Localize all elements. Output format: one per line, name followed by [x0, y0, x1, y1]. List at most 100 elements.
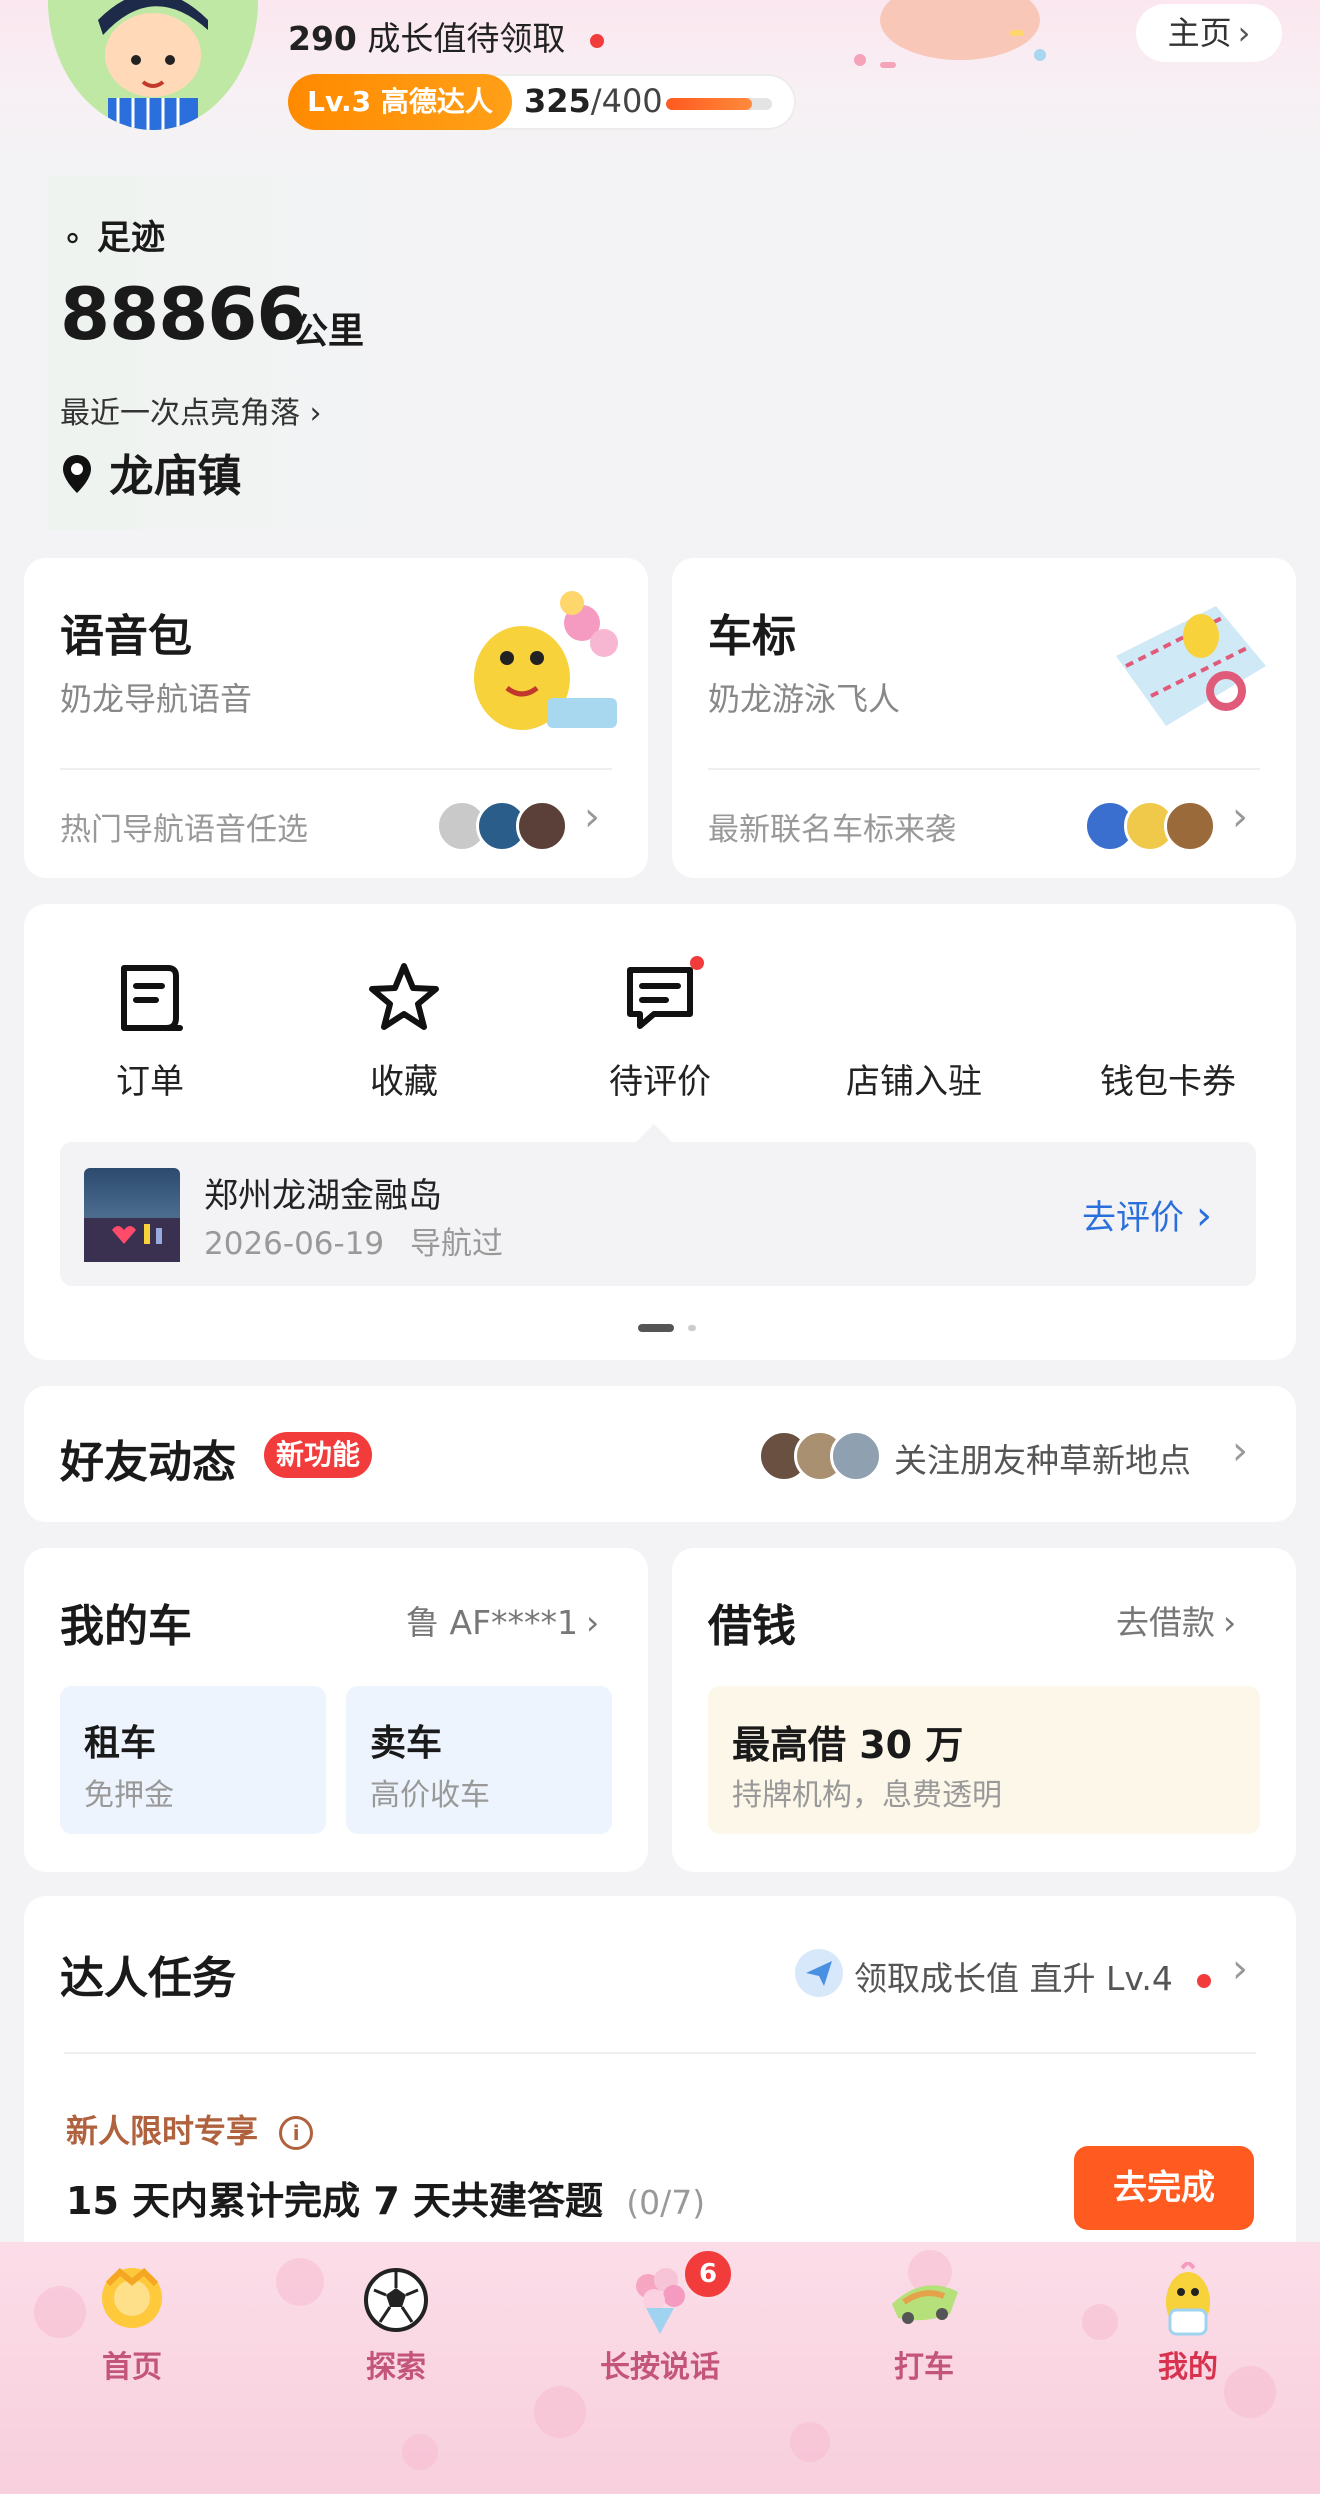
complete-task-button[interactable]: 去完成	[1074, 2146, 1254, 2230]
nav-home-label: 首页	[102, 2350, 162, 2385]
footprint-title-text: 足迹	[96, 218, 165, 258]
voice-pack-avatars	[436, 800, 576, 852]
service-wallet-label[interactable]: 钱包卡券	[1068, 1054, 1268, 1103]
comment-icon[interactable]	[620, 958, 700, 1038]
car-logo-divider	[708, 768, 1260, 770]
car-logo-avatars	[1084, 800, 1224, 852]
car-logo-footer: 最新联名车标来袭	[708, 812, 956, 848]
taxi-icon	[892, 2285, 958, 2324]
footprint-place-name: 龙庙镇	[109, 451, 242, 502]
home-icon	[102, 2267, 162, 2328]
review-place-name: 郑州龙湖金融岛	[204, 1176, 442, 1216]
voice-pack-footer: 热门导航语音任选	[60, 812, 308, 848]
service-store-join-label[interactable]: 店铺入驻	[814, 1054, 1014, 1103]
borrow-title: 借钱	[708, 1601, 796, 1652]
nav-home[interactable]: 首页	[0, 2262, 264, 2386]
place-thumbnail	[84, 1168, 180, 1262]
chevron-right-icon: ›	[1237, 14, 1251, 52]
review-date: 2026-06-19	[204, 1226, 385, 1262]
new-feature-badge: 新功能	[264, 1432, 373, 1478]
borrow-link-label: 去借款	[1116, 1603, 1215, 1642]
rent-car-subtitle: 免押金	[84, 1778, 174, 1813]
voice-badge: 6	[682, 2248, 734, 2300]
notification-dot	[690, 956, 704, 970]
chevron-right-icon: ›	[586, 1603, 600, 1642]
license-plate-link[interactable]: 鲁 AF****1 ›	[406, 1596, 599, 1644]
tasks-divider	[64, 2052, 1256, 2054]
chevron-right-icon[interactable]: ›	[1232, 794, 1248, 840]
borrow-promo-subtitle: 持牌机构，息费透明	[732, 1778, 1002, 1813]
chevron-right-icon[interactable]: ›	[584, 794, 600, 840]
service-favorites-label[interactable]: 收藏	[304, 1054, 504, 1103]
nav-taxi[interactable]: 打车	[792, 2262, 1056, 2386]
level-progress-bar	[666, 98, 772, 110]
avatar	[830, 1430, 882, 1482]
tasks-growth-link[interactable]: 领取成长值 直升 Lv.4	[854, 1952, 1212, 2000]
home-button[interactable]: 主页 ›	[1136, 4, 1282, 62]
place-photo-icon	[84, 1218, 180, 1262]
chevron-right-icon[interactable]: ›	[1232, 1428, 1248, 1474]
avatar	[1164, 800, 1216, 852]
borrow-link[interactable]: 去借款 ›	[1116, 1596, 1236, 1644]
swimming-pool-mascot-icon	[1116, 606, 1266, 726]
footprint-recent-link[interactable]: 最近一次点亮角落 ›	[60, 388, 322, 432]
task-title-text: 15 天内累计完成 7 天共建答题	[66, 2179, 604, 2223]
license-plate: 鲁 AF****1	[406, 1603, 579, 1642]
tasks-growth-link-label: 领取成长值 直升 Lv.4	[854, 1959, 1173, 1998]
go-review-button[interactable]: 去评价 ›	[1082, 1190, 1212, 1239]
paper-plane-icon	[795, 1949, 843, 1997]
avatar	[516, 800, 568, 852]
profile-icon	[1166, 2259, 1210, 2336]
notification-dot	[1197, 1973, 1212, 1988]
service-order-label[interactable]: 订单	[50, 1054, 250, 1103]
review-action-note: 导航过	[410, 1226, 504, 1262]
footprint-place: 龙庙镇	[60, 440, 241, 504]
my-car-title: 我的车	[60, 1601, 192, 1652]
carousel-dot-active	[638, 1324, 674, 1332]
voice-pack-divider	[60, 768, 612, 770]
task-progress: (0/7)	[626, 2183, 706, 2222]
chevron-right-icon[interactable]: ›	[1232, 1946, 1248, 1992]
nav-profile[interactable]: 我的	[1056, 2259, 1320, 2386]
level-current: 325	[524, 82, 591, 120]
growth-notice[interactable]: 290 成长值待领取	[288, 12, 604, 60]
nav-voice-label: 长按说话	[600, 2350, 720, 2385]
notification-dot	[589, 33, 604, 48]
friends-feed-link[interactable]: 关注朋友种草新地点	[894, 1434, 1191, 1482]
friends-avatars	[758, 1430, 888, 1482]
level-score: 325/400	[524, 82, 663, 120]
growth-points: 290	[288, 19, 357, 58]
nav-explore-label: 探索	[366, 2350, 426, 2385]
chevron-right-icon: ›	[1196, 1193, 1212, 1239]
sell-car-title: 卖车	[370, 1723, 443, 1764]
footprint-distance: 88866	[60, 272, 306, 356]
star-icon[interactable]	[364, 958, 444, 1038]
level-max: /400	[590, 82, 663, 120]
footprint-recent-label: 最近一次点亮角落	[60, 396, 300, 431]
level-badge: Lv.3 高德达人	[288, 74, 512, 130]
nav-taxi-label: 打车	[894, 2350, 954, 2385]
pointer-arrow	[636, 1124, 672, 1142]
info-icon[interactable]: i	[279, 2116, 314, 2150]
home-label: 主页	[1167, 14, 1232, 52]
rent-car-title: 租车	[84, 1723, 157, 1764]
footprint-distance-unit: 公里	[292, 311, 365, 352]
chevron-right-icon: ›	[1223, 1603, 1237, 1642]
task-tag-label: 新人限时专享	[66, 2112, 259, 2150]
voice-pack-subtitle: 奶龙导航语音	[60, 680, 253, 718]
review-meta: 2026-06-19 导航过	[204, 1218, 503, 1263]
nav-profile-label: 我的	[1158, 2350, 1218, 2385]
footprint-title: ⚬ 足迹	[60, 210, 165, 259]
location-pin-icon	[63, 455, 91, 493]
dinosaur-mascot-icon	[474, 591, 618, 730]
go-review-label: 去评价	[1082, 1198, 1184, 1238]
borrow-promo-title: 最高借 30 万	[732, 1723, 964, 1767]
service-pending-review-label[interactable]: 待评价	[560, 1054, 760, 1103]
nav-voice[interactable]: 长按说话	[528, 2262, 792, 2386]
header-illustration	[854, 0, 1046, 68]
carousel-dot	[688, 1325, 696, 1331]
car-logo-title: 车标	[708, 611, 796, 662]
sell-car-subtitle: 高价收车	[370, 1778, 490, 1813]
nav-explore[interactable]: 探索	[264, 2262, 528, 2386]
order-icon[interactable]	[110, 958, 190, 1038]
